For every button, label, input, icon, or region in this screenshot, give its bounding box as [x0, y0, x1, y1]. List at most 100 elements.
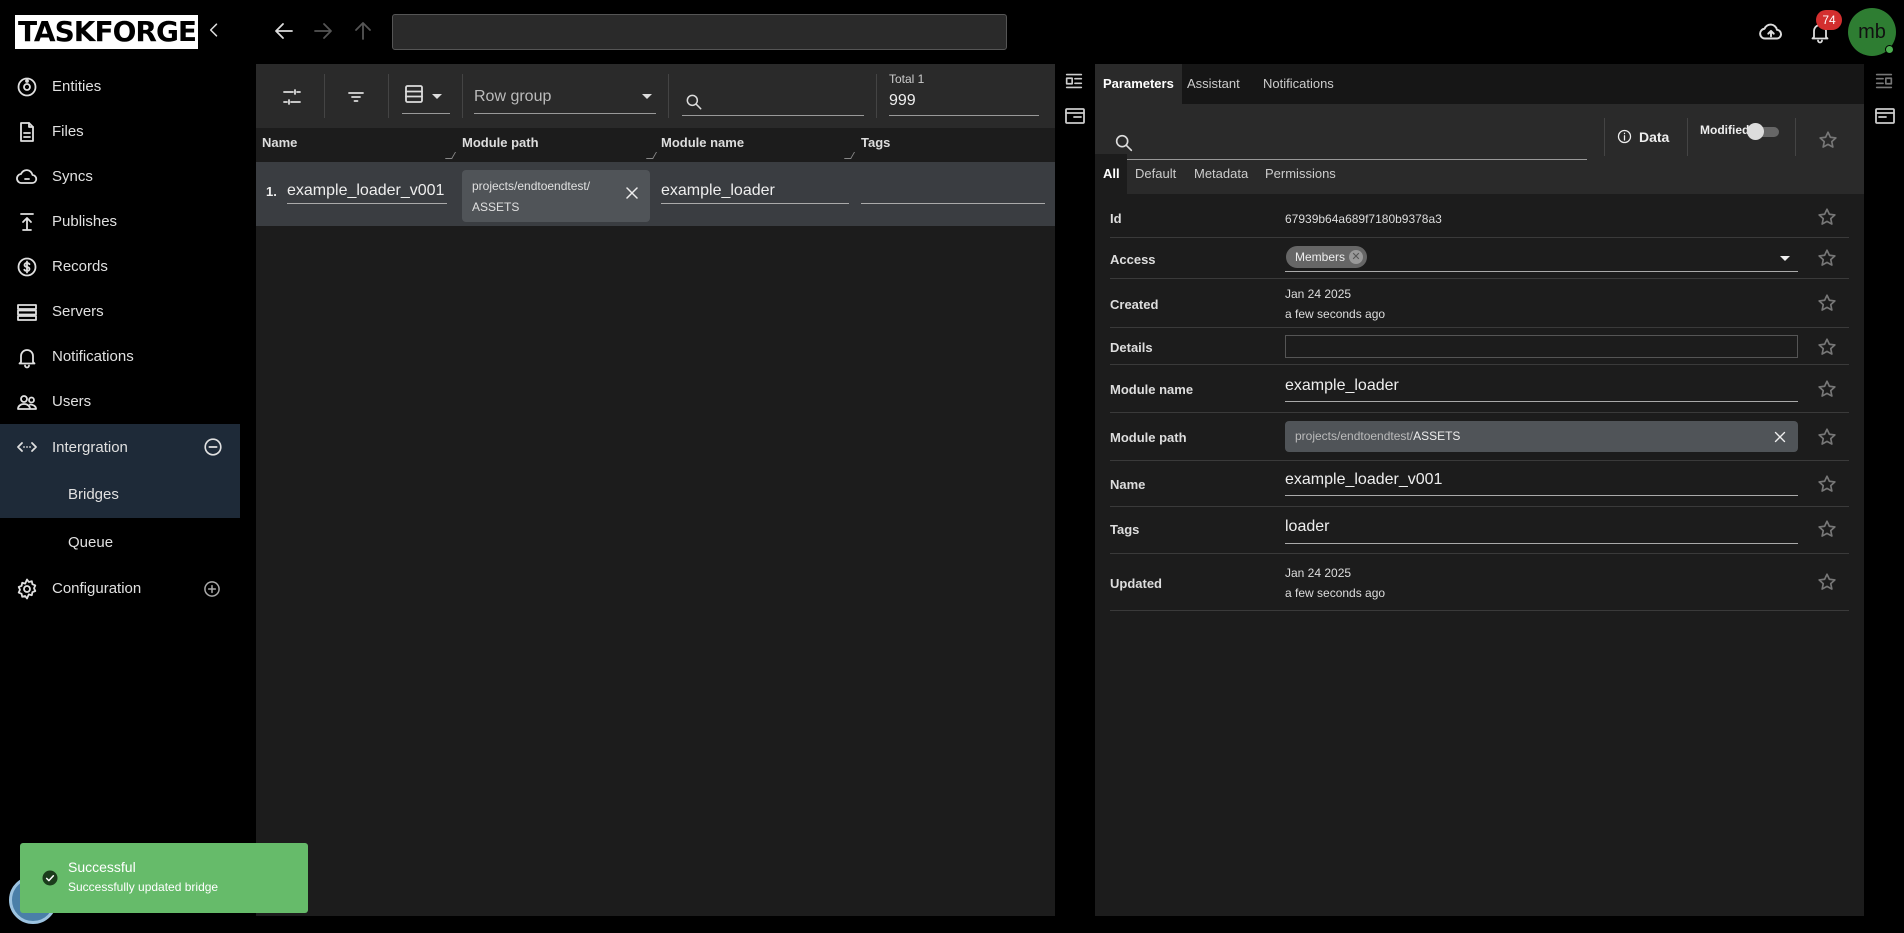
sidebar-item-entities[interactable]: Entities	[0, 64, 240, 109]
chevron-left-icon[interactable]	[204, 20, 224, 40]
property-label: Module name	[1110, 382, 1194, 397]
grid-search-input[interactable]	[682, 82, 864, 116]
module-name-input[interactable]: example_loader	[1285, 372, 1798, 402]
close-icon[interactable]	[622, 183, 642, 203]
star-icon[interactable]	[1816, 292, 1838, 314]
tab-assistant[interactable]: Assistant	[1179, 64, 1248, 104]
app-logo: TASKFORGER	[15, 15, 198, 49]
table-row[interactable]: 1. example_loader_v001 projects/endtoend…	[256, 162, 1055, 226]
row-number: 1.	[266, 184, 277, 199]
close-icon[interactable]	[1771, 428, 1789, 446]
created-relative: a few seconds ago	[1285, 307, 1386, 321]
remove-chip-icon[interactable]: ✕	[1349, 250, 1364, 264]
expand-plus-icon[interactable]	[202, 579, 222, 599]
tags-input[interactable]: loader	[1285, 512, 1798, 544]
updated-relative: a few seconds ago	[1285, 586, 1386, 600]
data-button[interactable]: Data	[1616, 128, 1669, 145]
sidebar-item-label: Users	[52, 393, 92, 410]
grid-toolbar: Row group Total 1 999	[256, 64, 1055, 128]
sidebar-subitem-bridges[interactable]: Bridges	[0, 470, 240, 518]
toast-message: Successfully updated bridge	[68, 880, 219, 894]
access-select[interactable]: Members ✕	[1285, 245, 1798, 272]
toggle-detail-panel-icon[interactable]	[1873, 104, 1897, 128]
property-label: Updated	[1110, 576, 1162, 591]
sidebar-item-label: Servers	[52, 303, 104, 320]
forward-arrow-icon[interactable]	[311, 19, 335, 43]
details-textarea[interactable]	[1285, 335, 1798, 358]
module-name-cell-input[interactable]: example_loader	[661, 178, 849, 204]
property-label: Created	[1110, 297, 1159, 312]
sidebar-subitem-queue[interactable]: Queue	[0, 518, 240, 566]
back-arrow-icon[interactable]	[272, 19, 296, 43]
star-icon[interactable]	[1817, 129, 1839, 151]
sidebar-item-servers[interactable]: Servers	[0, 289, 240, 334]
toggle-list-panel-icon[interactable]	[1873, 70, 1895, 92]
search-icon	[1115, 134, 1133, 152]
tune-settings-icon[interactable]	[280, 85, 304, 109]
star-icon[interactable]	[1816, 571, 1838, 593]
view-mode-select[interactable]	[402, 82, 450, 114]
sidebar-item-label: Files	[52, 123, 84, 140]
property-label: Details	[1110, 340, 1153, 355]
module-path-prefix: projects/endtoendtest/	[1295, 429, 1414, 443]
column-header-module-path[interactable]: Module path	[462, 135, 539, 150]
column-header-name[interactable]: Name	[262, 135, 297, 150]
star-icon[interactable]	[1816, 473, 1838, 495]
address-input[interactable]	[392, 14, 1007, 50]
top-bar: TASKFORGER 74 mb	[0, 0, 1904, 64]
cloud-upload-icon[interactable]	[1758, 19, 1784, 45]
filter-icon[interactable]	[344, 85, 368, 109]
property-label: Name	[1110, 477, 1146, 492]
server-icon	[17, 303, 37, 321]
column-header-module-name[interactable]: Module name	[661, 135, 744, 150]
name-cell-input[interactable]: example_loader_v001	[287, 178, 447, 204]
star-icon[interactable]	[1816, 206, 1838, 228]
toggle-detail-panel-icon[interactable]	[1063, 104, 1087, 128]
access-chip[interactable]: Members ✕	[1286, 246, 1368, 268]
sidebar-item-files[interactable]: Files	[0, 109, 240, 154]
sidebar-item-configuration[interactable]: Configuration	[0, 566, 240, 611]
star-icon[interactable]	[1816, 518, 1838, 540]
tab-metadata[interactable]: Metadata	[1194, 166, 1248, 181]
updated-date: Jan 24 2025	[1285, 566, 1352, 580]
name-input[interactable]: example_loader_v001	[1285, 466, 1798, 496]
success-toast: Successful Successfully updated bridge	[20, 843, 308, 913]
toggle-list-panel-icon[interactable]	[1063, 70, 1085, 92]
sidebar-item-users[interactable]: Users	[0, 379, 240, 424]
sidebar-item-label: Publishes	[52, 213, 118, 230]
detail-panel: Parameters Assistant Notifications Data …	[1095, 64, 1864, 916]
row-group-select[interactable]: Row group	[474, 80, 656, 114]
star-icon[interactable]	[1816, 426, 1838, 448]
page-size-input[interactable]: 999	[889, 88, 1039, 116]
tab-parameters[interactable]: Parameters	[1095, 64, 1182, 104]
notification-count-badge: 74	[1816, 10, 1842, 30]
modified-toggle-knob[interactable]	[1747, 123, 1764, 140]
created-date: Jan 24 2025	[1285, 287, 1352, 301]
star-icon[interactable]	[1816, 336, 1838, 358]
collapse-minus-icon[interactable]	[202, 436, 224, 458]
module-path-chip[interactable]: projects/endtoendtest/ASSETS	[1285, 421, 1798, 452]
up-arrow-icon[interactable]	[351, 19, 375, 43]
property-row-access: Access Members ✕	[1110, 238, 1849, 279]
property-filter-tabs: All Default Metadata Permissions	[1095, 154, 1864, 194]
tab-notifications[interactable]: Notifications	[1255, 64, 1342, 104]
property-label: Access	[1110, 252, 1156, 267]
dropdown-arrow-icon[interactable]	[1780, 256, 1790, 261]
property-row-module-path: Module path projects/endtoendtest/ASSETS	[1110, 413, 1849, 461]
code-arrows-icon	[17, 442, 37, 452]
column-header-tags[interactable]: Tags	[861, 135, 890, 150]
sidebar-item-publishes[interactable]: Publishes	[0, 199, 240, 244]
tab-permissions[interactable]: Permissions	[1265, 166, 1336, 181]
star-icon[interactable]	[1816, 247, 1838, 269]
property-label: Tags	[1110, 522, 1140, 537]
sidebar-item-intergration[interactable]: Intergration	[0, 424, 240, 470]
sidebar-item-label: Records	[52, 258, 108, 275]
tab-default[interactable]: Default	[1135, 166, 1176, 181]
sidebar-item-syncs[interactable]: Syncs	[0, 154, 240, 199]
tab-all[interactable]: All	[1103, 166, 1120, 181]
tags-cell-input[interactable]	[861, 178, 1045, 204]
sidebar-item-records[interactable]: Records	[0, 244, 240, 289]
sidebar-item-notifications[interactable]: Notifications	[0, 334, 240, 379]
sidebar-subitem-label: Bridges	[68, 485, 119, 503]
star-icon[interactable]	[1816, 378, 1838, 400]
